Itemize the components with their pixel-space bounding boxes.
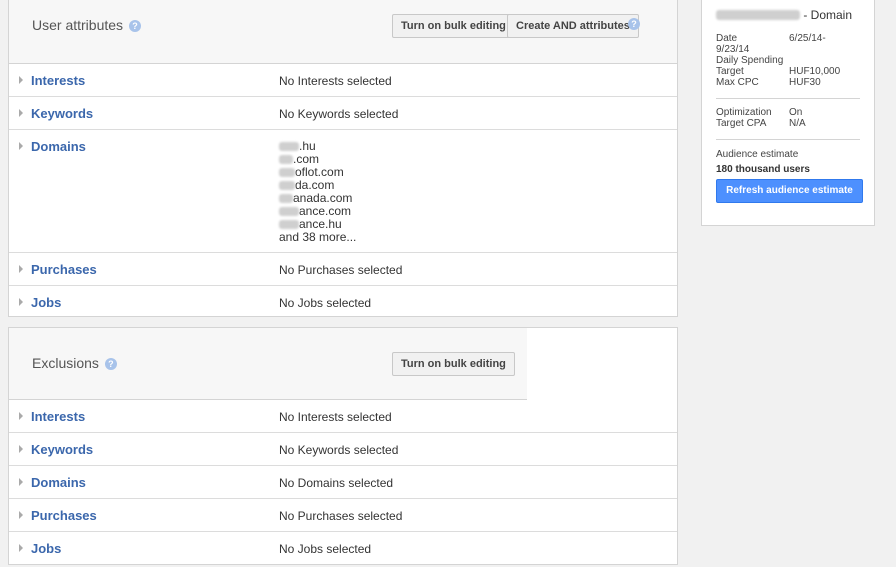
user-attributes-title: User attributes? bbox=[32, 17, 142, 33]
exclusions-title-text: Exclusions bbox=[32, 355, 99, 371]
row-label[interactable]: Jobs bbox=[31, 295, 61, 310]
domain-list: .hu .com oflot.com da.com anada.com ance… bbox=[279, 140, 356, 244]
audience-estimate-label: Audience estimate bbox=[716, 149, 799, 160]
expand-caret-icon[interactable] bbox=[19, 265, 23, 273]
target-cpa-value: N/A bbox=[789, 118, 806, 129]
expand-caret-icon[interactable] bbox=[19, 478, 23, 486]
expand-caret-icon[interactable] bbox=[19, 412, 23, 420]
create-and-attributes-button[interactable]: Create AND attributes bbox=[507, 14, 639, 38]
redacted-text bbox=[279, 207, 299, 216]
help-icon[interactable]: ? bbox=[628, 18, 640, 30]
summary-title-suffix: - Domain bbox=[803, 8, 853, 22]
row-value: No Jobs selected bbox=[279, 296, 372, 310]
domains-more-link[interactable]: and 38 more... bbox=[279, 231, 356, 244]
redacted-text bbox=[279, 155, 293, 164]
expand-caret-icon[interactable] bbox=[19, 298, 23, 306]
user-attributes-panel: User attributes? Turn on bulk editing Cr… bbox=[8, 0, 678, 317]
date-value-cont: 9/23/14 bbox=[716, 44, 750, 55]
redacted-text bbox=[279, 220, 299, 229]
optimization-label: Optimization bbox=[716, 107, 772, 118]
expand-caret-icon[interactable] bbox=[19, 511, 23, 519]
daily-spending-label: Daily Spending bbox=[716, 55, 784, 66]
campaign-summary-card: - Domain Date 6/25/14- 9/23/14 Daily Spe… bbox=[701, 0, 875, 226]
row-label[interactable]: Jobs bbox=[31, 541, 61, 556]
row-label[interactable]: Interests bbox=[31, 73, 85, 88]
redacted-text bbox=[279, 181, 295, 190]
divider bbox=[716, 98, 860, 99]
target-label: Target bbox=[716, 66, 744, 77]
expand-caret-icon[interactable] bbox=[19, 109, 23, 117]
row-value: No Interests selected bbox=[279, 410, 392, 424]
row-value: No Domains selected bbox=[279, 476, 394, 490]
help-icon[interactable]: ? bbox=[104, 358, 117, 370]
optimization-value: On bbox=[789, 107, 803, 118]
row-label[interactable]: Interests bbox=[31, 409, 85, 424]
refresh-audience-estimate-button[interactable]: Refresh audience estimate bbox=[716, 179, 863, 203]
max-cpc-label: Max CPC bbox=[716, 77, 759, 88]
row-keywords[interactable]: Keywords No Keywords selected bbox=[9, 97, 677, 130]
row-label[interactable]: Domains bbox=[31, 139, 86, 154]
row-label[interactable]: Domains bbox=[31, 475, 86, 490]
redacted-text bbox=[716, 10, 800, 20]
redacted-text bbox=[279, 194, 293, 203]
row-value: No Purchases selected bbox=[279, 263, 403, 277]
max-cpc-value: HUF30 bbox=[789, 77, 821, 88]
daily-spending-value: HUF10,000 bbox=[789, 66, 841, 77]
exclusions-title: Exclusions? bbox=[32, 355, 117, 371]
row-label[interactable]: Keywords bbox=[31, 442, 93, 457]
help-icon[interactable]: ? bbox=[129, 20, 142, 32]
row-jobs[interactable]: Jobs No Jobs selected bbox=[9, 532, 677, 565]
row-jobs[interactable]: Jobs No Jobs selected bbox=[9, 286, 677, 319]
user-attributes-title-text: User attributes bbox=[32, 17, 124, 33]
audience-estimate-value: 180 thousand users bbox=[716, 164, 810, 175]
row-label[interactable]: Keywords bbox=[31, 106, 93, 121]
exclusions-bulk-edit-button[interactable]: Turn on bulk editing bbox=[392, 352, 515, 376]
row-label[interactable]: Purchases bbox=[31, 508, 97, 523]
exclusions-header: Exclusions? Turn on bulk editing bbox=[9, 328, 527, 400]
expand-caret-icon[interactable] bbox=[19, 76, 23, 84]
exclusions-panel: Exclusions? Turn on bulk editing Interes… bbox=[8, 327, 678, 565]
row-purchases[interactable]: Purchases No Purchases selected bbox=[9, 253, 677, 286]
row-value: No Jobs selected bbox=[279, 542, 372, 556]
row-value: No Purchases selected bbox=[279, 509, 403, 523]
expand-caret-icon[interactable] bbox=[19, 445, 23, 453]
row-purchases[interactable]: Purchases No Purchases selected bbox=[9, 499, 677, 532]
user-attributes-bulk-edit-button[interactable]: Turn on bulk editing bbox=[392, 14, 515, 38]
expand-caret-icon[interactable] bbox=[19, 142, 23, 150]
row-label[interactable]: Purchases bbox=[31, 262, 97, 277]
row-interests[interactable]: Interests No Interests selected bbox=[9, 400, 677, 433]
row-domains[interactable]: Domains .hu .com oflot.com da.com anada.… bbox=[9, 130, 677, 253]
expand-caret-icon[interactable] bbox=[19, 544, 23, 552]
target-cpa-label: Target CPA bbox=[716, 118, 767, 129]
date-label: Date bbox=[716, 33, 738, 44]
row-value: No Keywords selected bbox=[279, 443, 399, 457]
row-domains[interactable]: Domains No Domains selected bbox=[9, 466, 677, 499]
row-keywords[interactable]: Keywords No Keywords selected bbox=[9, 433, 677, 466]
row-interests[interactable]: Interests No Interests selected bbox=[9, 64, 677, 97]
row-value: No Keywords selected bbox=[279, 107, 399, 121]
summary-title: - Domain bbox=[716, 8, 852, 22]
row-value: No Interests selected bbox=[279, 74, 392, 88]
date-value: 6/25/14- bbox=[789, 33, 826, 44]
redacted-text bbox=[279, 142, 299, 151]
user-attributes-header: User attributes? Turn on bulk editing Cr… bbox=[9, 0, 677, 64]
redacted-text bbox=[279, 168, 295, 177]
divider bbox=[716, 139, 860, 140]
